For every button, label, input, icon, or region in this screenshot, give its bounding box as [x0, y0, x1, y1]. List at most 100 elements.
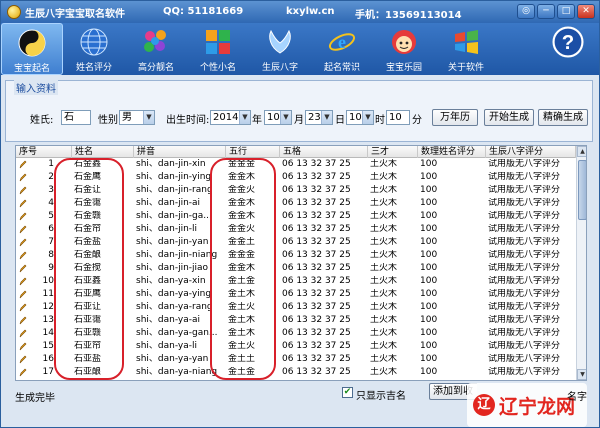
pencil-icon	[19, 355, 27, 364]
table-cell: 06 13 32 37 25	[282, 276, 351, 286]
pencil-icon	[19, 160, 27, 169]
calendar-button[interactable]: 万年历	[432, 109, 478, 126]
surname-label: 姓氏:	[30, 115, 54, 126]
tool-baby-park[interactable]: 宝宝乐园	[373, 23, 435, 75]
scroll-down-arrow-icon[interactable]: ▼	[577, 369, 586, 380]
table-cell: 3	[48, 185, 54, 195]
close-button[interactable]: ✕	[577, 4, 595, 19]
table-cell: 06 13 32 37 25	[282, 159, 351, 169]
day-unit: 日	[335, 115, 345, 126]
window-title: 生辰八字宝宝取名软件	[25, 8, 125, 20]
gender-select[interactable]: 男 ▼	[119, 110, 155, 125]
table-cell: 06 13 32 37 25	[282, 289, 351, 299]
table-cell: 土火木	[370, 224, 398, 234]
table-cell: 8	[48, 250, 54, 260]
tool-baby-naming[interactable]: 宝宝起名	[1, 23, 63, 75]
pencil-icon	[19, 225, 27, 234]
only-good-names-label: 只显示吉名	[356, 391, 406, 402]
help-button[interactable]: ?	[537, 23, 599, 75]
pencil-icon	[19, 199, 27, 208]
tool-nickname[interactable]: 个性小名	[187, 23, 249, 75]
pencil-icon	[19, 238, 27, 247]
table-cell: 土火木	[370, 302, 398, 312]
chat-button[interactable]: ◎	[517, 4, 535, 19]
table-cell: 试用版无八字评分	[488, 315, 561, 325]
column-header[interactable]: 三才	[368, 146, 418, 158]
windows-flag-icon	[449, 25, 483, 59]
table-cell: 土火木	[370, 263, 398, 273]
year-value: 2014	[213, 112, 239, 123]
table-cell: 试用版无八字评分	[488, 354, 561, 364]
website-text: kxylw.cn	[286, 6, 335, 17]
pencil-icon	[19, 303, 27, 312]
table-cell: 试用版无八字评分	[488, 302, 561, 312]
column-header[interactable]: 姓名	[72, 146, 134, 158]
start-generate-button[interactable]: 开始生成	[484, 109, 534, 126]
month-select[interactable]: 10 ▼	[264, 110, 292, 125]
vertical-scrollbar[interactable]: ▲ ▼	[576, 146, 586, 380]
table-cell: 土火木	[370, 328, 398, 338]
tool-birth-bazi[interactable]: 生辰八字	[249, 23, 311, 75]
ie-icon: e	[325, 25, 359, 59]
tool-label: 姓名评分	[75, 63, 112, 73]
scroll-thumb[interactable]	[578, 160, 586, 220]
title-bar: 生辰八字宝宝取名软件 QQ: 51181669 kxylw.cn 手机：1356…	[1, 1, 599, 23]
table-cell: 试用版无八字评分	[488, 276, 561, 286]
tool-label: 起名常识	[323, 63, 360, 73]
table-cell: 100	[420, 185, 438, 195]
table-cell: 土火木	[370, 315, 398, 325]
table-cell: 土火木	[370, 250, 398, 260]
table-cell: 100	[420, 315, 438, 325]
table-cell: 06 13 32 37 25	[282, 224, 351, 234]
window-controls: ◎ ─ □ ✕	[517, 4, 595, 19]
yin-yang-icon	[15, 26, 49, 60]
table-cell: 试用版无八字评分	[488, 250, 561, 260]
table-cell: 试用版无八字评分	[488, 159, 561, 169]
column-header[interactable]: 数理姓名评分	[418, 146, 486, 158]
name-highlight-circle	[54, 158, 124, 380]
day-select[interactable]: 23 ▼	[305, 110, 333, 125]
table-cell: 试用版无八字评分	[488, 289, 561, 299]
column-header[interactable]: 序号	[16, 146, 72, 158]
table-cell: 100	[420, 237, 438, 247]
tool-about[interactable]: 关于软件	[435, 23, 497, 75]
table-cell: 9	[48, 263, 54, 273]
minimize-button[interactable]: ─	[537, 4, 555, 19]
app-window: 生辰八字宝宝取名软件 QQ: 51181669 kxylw.cn 手机：1356…	[0, 0, 600, 428]
table-cell: 06 13 32 37 25	[282, 185, 351, 195]
app-logo-icon	[7, 5, 21, 19]
hour-select[interactable]: 10 ▼	[346, 110, 374, 125]
birth-time-label: 出生时间:	[166, 115, 210, 126]
pencil-icon	[19, 212, 27, 221]
table-cell: 100	[420, 367, 438, 377]
year-select[interactable]: 2014 ▼	[210, 110, 251, 125]
tool-name-score[interactable]: 姓名评分	[63, 23, 125, 75]
table-cell: 试用版无八字评分	[488, 263, 561, 273]
column-header[interactable]: 生辰八字评分	[486, 146, 576, 158]
table-cell: 土火木	[370, 354, 398, 364]
table-cell: 06 13 32 37 25	[282, 211, 351, 221]
table-cell: 6	[48, 224, 54, 234]
tool-naming-knowledge[interactable]: e 起名常识	[311, 23, 373, 75]
only-good-names-checkbox[interactable]: ✔	[342, 387, 353, 398]
column-header[interactable]: 五行	[226, 146, 280, 158]
qq-number: QQ: 51181669	[163, 6, 244, 17]
table-cell: 7	[48, 237, 54, 247]
table-cell: 试用版无八字评分	[488, 211, 561, 221]
table-cell: 试用版无八字评分	[488, 328, 561, 338]
column-header[interactable]: 五格	[280, 146, 368, 158]
minute-input[interactable]: 10	[386, 110, 410, 125]
tool-high-score-names[interactable]: 高分靓名	[125, 23, 187, 75]
phone-number: 手机：13569113014	[355, 10, 462, 21]
precise-generate-button[interactable]: 精确生成	[538, 109, 588, 126]
table-cell: 100	[420, 250, 438, 260]
hour-value: 10	[349, 112, 362, 123]
maximize-button[interactable]: □	[557, 4, 575, 19]
surname-input[interactable]: 石	[61, 110, 91, 125]
table-cell: 16	[42, 354, 54, 364]
column-header[interactable]: 拼音	[134, 146, 226, 158]
scroll-up-arrow-icon[interactable]: ▲	[577, 146, 586, 157]
svg-text:e: e	[338, 32, 346, 52]
colored-balls-icon	[139, 25, 173, 59]
pencil-icon	[19, 368, 27, 377]
